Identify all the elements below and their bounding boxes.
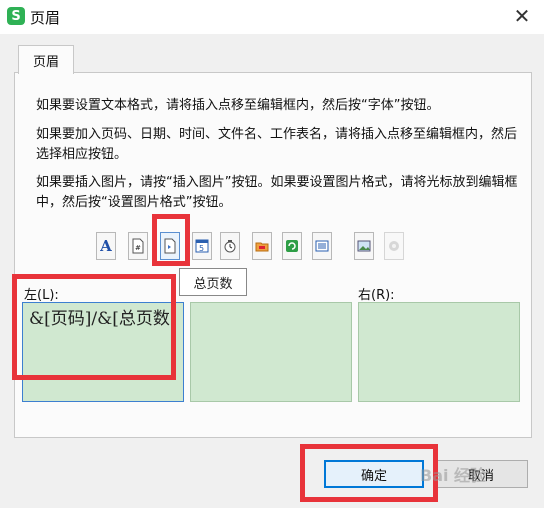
watermark-logo: Bai 经验: [420, 466, 487, 485]
instruction-picture: 如果要插入图片，请按“插入图片”按钮。如果要设置图片格式，请将光标放到编辑框中，…: [36, 175, 518, 210]
format-picture-icon: [389, 241, 399, 251]
svg-text:5: 5: [199, 244, 204, 253]
format-picture-button[interactable]: [384, 232, 404, 260]
date-button[interactable]: 5: [192, 232, 212, 260]
close-icon: ✕: [513, 4, 531, 28]
highlight-ok-button: [300, 444, 438, 502]
right-section-label: 右(R):: [358, 288, 395, 303]
instruction-fields: 如果要加入页码、日期、时间、文件名、工作表名，请将插入点移至编辑框内，然后选择相…: [36, 127, 518, 162]
sheet-icon: [315, 240, 329, 252]
folder-icon: [255, 242, 269, 252]
tooltip-total-pages: 总页数: [179, 268, 247, 296]
instruction-font: 如果要设置文本格式，请将插入点移至编辑框内，然后按“字体”按钮。: [36, 98, 440, 113]
refresh-file-icon: [286, 240, 298, 252]
time-button[interactable]: [220, 232, 240, 260]
page-number-button[interactable]: #: [128, 232, 148, 260]
sheet-name-button[interactable]: [312, 232, 332, 260]
right-section-editor[interactable]: [358, 302, 520, 402]
font-button[interactable]: A: [96, 232, 116, 260]
tab-header[interactable]: 页眉: [18, 45, 74, 74]
file-path-button[interactable]: [252, 232, 272, 260]
window-title: 页眉: [30, 9, 61, 27]
highlight-total-pages: [152, 214, 190, 266]
clock-icon: [224, 240, 236, 253]
close-button[interactable]: ✕: [508, 4, 536, 28]
highlight-left-editor: [12, 274, 176, 380]
page-number-icon: #: [132, 238, 144, 254]
calendar-icon: 5: [195, 239, 209, 253]
file-name-button[interactable]: [282, 232, 302, 260]
picture-icon: [357, 240, 371, 252]
svg-text:#: #: [135, 244, 141, 252]
title-bar: [0, 0, 544, 34]
center-section-editor[interactable]: [190, 302, 352, 402]
insert-picture-button[interactable]: [354, 232, 374, 260]
wps-app-icon: S: [7, 7, 25, 25]
